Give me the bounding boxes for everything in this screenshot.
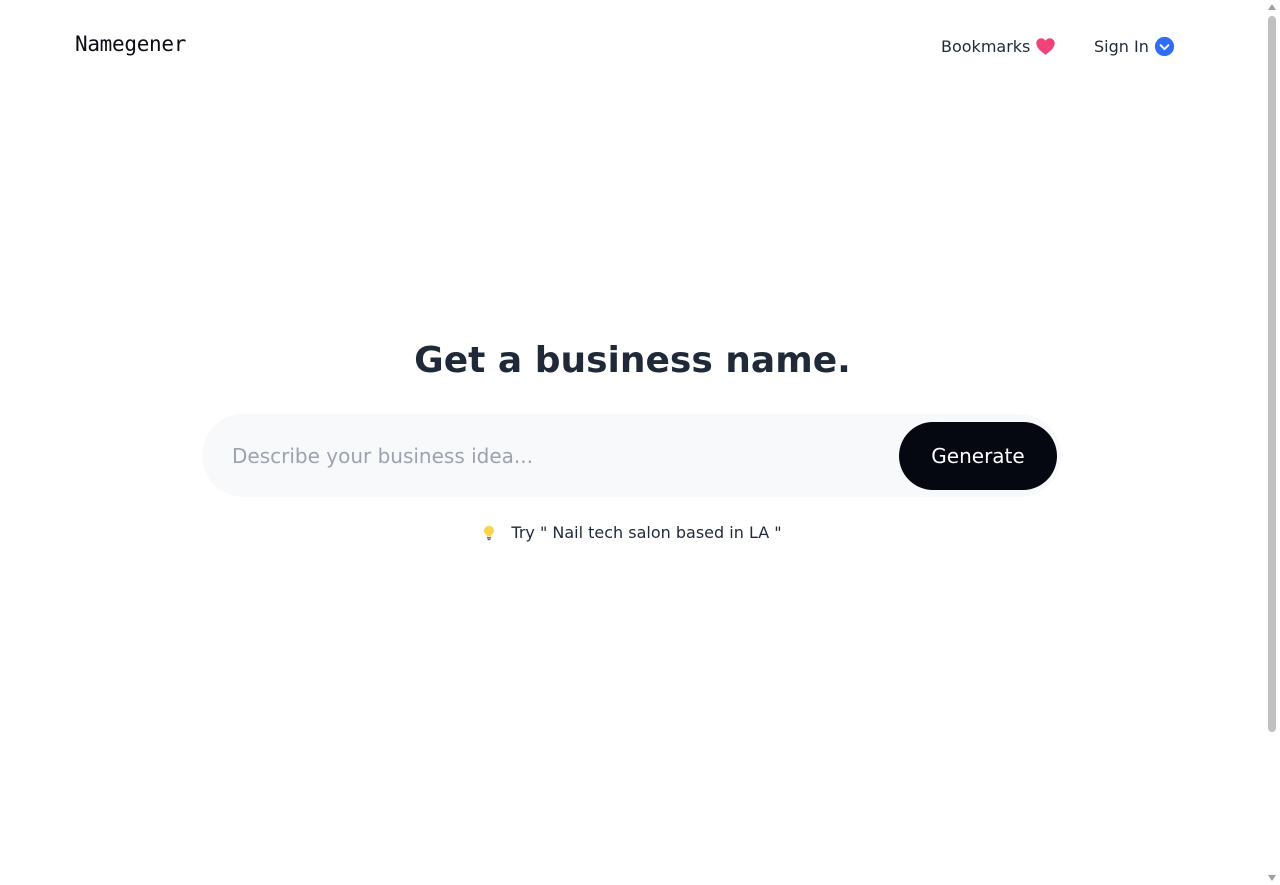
vertical-scrollbar[interactable] [1265,0,1280,885]
sign-in-button[interactable]: Sign In [1094,36,1175,57]
bookmarks-link[interactable]: Bookmarks [941,36,1056,57]
page: Namegener Bookmarks Sign In Get a busine… [0,0,1265,885]
search-container: Generate [202,414,1061,497]
site-logo[interactable]: Namegener [75,32,186,56]
hero-title: Get a business name. [414,340,851,381]
top-navbar: Namegener Bookmarks Sign In [0,0,1265,95]
suggestion-row: Try " Nail tech salon based in LA " [0,523,1265,542]
bookmarks-label: Bookmarks [941,37,1031,56]
sign-in-label: Sign In [1094,37,1149,56]
generate-button[interactable]: Generate [899,422,1057,490]
suggestion-example[interactable]: Try " Nail tech salon based in LA " [511,523,781,542]
scroll-down-arrow-icon[interactable] [1268,875,1276,881]
lightbulb-icon [483,525,495,541]
scroll-up-arrow-icon[interactable] [1268,4,1276,10]
business-idea-input[interactable] [232,414,882,497]
chevron-down-circle-icon [1154,36,1175,57]
heart-icon [1035,36,1056,57]
scrollbar-thumb[interactable] [1268,16,1276,732]
